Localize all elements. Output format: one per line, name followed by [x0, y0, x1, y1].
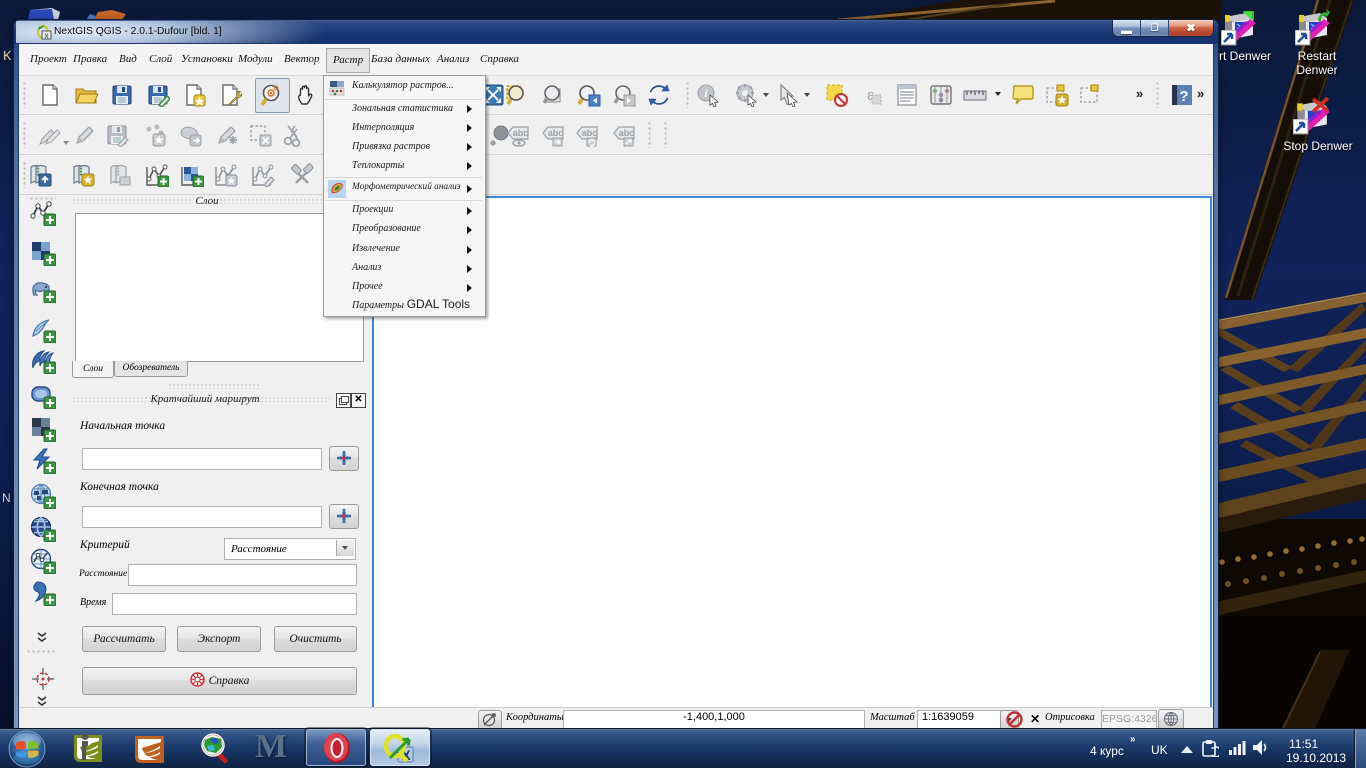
svg-text:abc: abc [548, 128, 564, 138]
svg-text:abc: abc [513, 128, 529, 138]
svg-text:K: K [3, 48, 12, 63]
svg-text:abc: abc [619, 128, 635, 138]
svg-text:abc: abc [582, 128, 598, 138]
svg-text:?: ? [1179, 88, 1188, 105]
svg-text:x: x [45, 31, 49, 40]
svg-text:N: N [2, 491, 11, 505]
